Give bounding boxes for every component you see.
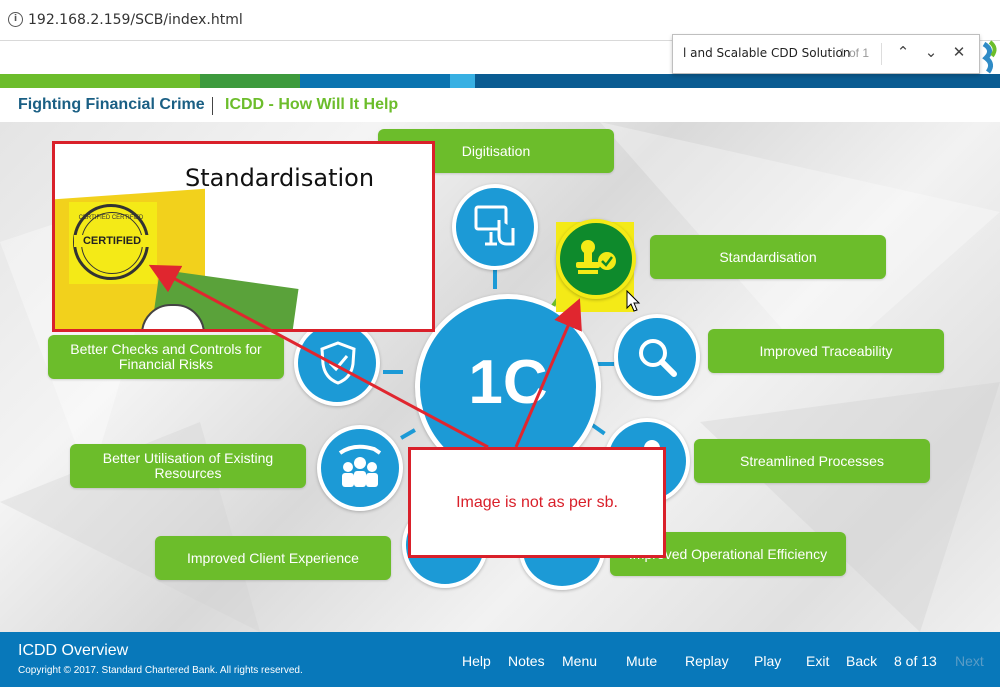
- find-close-icon[interactable]: ✕: [947, 41, 971, 65]
- breadcrumb-divider: [212, 97, 213, 115]
- find-divider: [881, 43, 882, 65]
- utilisation-bubble[interactable]: [317, 425, 403, 511]
- exit-button[interactable]: Exit: [806, 653, 829, 669]
- mute-button[interactable]: Mute: [626, 653, 657, 669]
- bank-logo-icon: [978, 40, 1000, 74]
- help-button[interactable]: Help: [462, 653, 491, 669]
- popup-title: Standardisation: [185, 164, 375, 192]
- notes-button[interactable]: Notes: [508, 653, 545, 669]
- next-button[interactable]: Next: [955, 653, 984, 669]
- breadcrumb-page: ICDD - How Will It Help: [225, 96, 399, 113]
- checks-controls-bubble[interactable]: [294, 320, 380, 406]
- pill-standardisation[interactable]: Standardisation: [650, 235, 886, 279]
- review-comment-text: Image is not as per sb.: [456, 494, 618, 511]
- pill-utilisation[interactable]: Better Utilisation of Existing Resources: [70, 444, 306, 488]
- breadcrumb: Fighting Financial Crime ICDD - How Will…: [0, 88, 1000, 122]
- traceability-bubble[interactable]: [614, 314, 700, 400]
- copyright: Copyright © 2017. Standard Chartered Ban…: [18, 665, 303, 676]
- standardisation-bubble[interactable]: [556, 219, 636, 299]
- spoke: [493, 267, 497, 289]
- spoke: [383, 370, 403, 374]
- stamp-text: CERTIFIED: [74, 235, 150, 247]
- page-counter: 8 of 13: [894, 653, 937, 669]
- play-button[interactable]: Play: [754, 653, 781, 669]
- pill-streamlined[interactable]: Streamlined Processes: [694, 439, 930, 483]
- info-icon[interactable]: i: [8, 12, 23, 27]
- standardisation-popup: Standardisation CERTIFIED CERTIFIED CERT…: [52, 141, 435, 332]
- magnifier-icon: [639, 339, 677, 377]
- pill-client-experience[interactable]: Improved Client Experience: [155, 536, 391, 580]
- replay-button[interactable]: Replay: [685, 653, 729, 669]
- people-hand-icon: [338, 444, 382, 487]
- approval-stamp-icon: [576, 240, 616, 274]
- menu-button[interactable]: Menu: [562, 653, 597, 669]
- certified-stamp-icon: CERTIFIED CERTIFIED CERTIFIED: [73, 204, 150, 280]
- course-title: ICDD Overview: [18, 642, 129, 659]
- touch-screen-icon: [474, 205, 515, 246]
- find-previous-icon[interactable]: ⌃: [891, 41, 915, 65]
- pill-traceability[interactable]: Improved Traceability: [708, 329, 944, 373]
- shield-check-icon: [320, 341, 356, 385]
- find-bar: l and Scalable CDD Solution 1 of 1 ⌃ ⌄ ✕: [672, 34, 980, 74]
- center-logo: 1C: [468, 348, 548, 417]
- stamp-ring-text: CERTIFIED CERTIFIED: [78, 215, 144, 221]
- find-count: 1 of 1: [839, 46, 870, 60]
- digitisation-bubble[interactable]: [452, 184, 538, 270]
- review-comment: Image is not as per sb.: [408, 447, 666, 558]
- url-text[interactable]: 192.168.2.159/SCB/index.html: [28, 12, 243, 28]
- footer-bar: ICDD Overview Copyright © 2017. Standard…: [0, 632, 1000, 687]
- find-next-icon[interactable]: ⌄: [919, 41, 943, 65]
- mouse-cursor-icon: [626, 290, 641, 312]
- back-button[interactable]: Back: [846, 653, 877, 669]
- breadcrumb-section: Fighting Financial Crime: [18, 96, 205, 113]
- pill-checks-controls[interactable]: Better Checks and Controls for Financial…: [48, 335, 284, 379]
- brand-stripe: [0, 74, 1000, 88]
- find-input[interactable]: l and Scalable CDD Solution: [683, 46, 851, 60]
